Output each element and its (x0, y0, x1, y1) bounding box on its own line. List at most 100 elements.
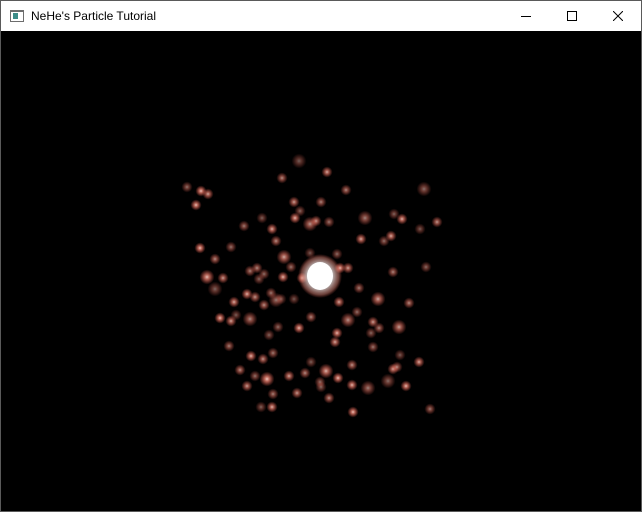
particle (302, 216, 318, 232)
particle (270, 235, 282, 247)
particle (340, 312, 356, 328)
particle (396, 213, 408, 225)
particle (291, 387, 303, 399)
particle (365, 327, 377, 339)
particle (340, 184, 352, 196)
particle (228, 296, 240, 308)
particle (391, 319, 407, 335)
app-window: NeHe's Particle Tutorial (0, 0, 642, 512)
particle (288, 196, 300, 208)
particle (367, 341, 379, 353)
particle (245, 350, 257, 362)
particle (353, 282, 365, 294)
particle (413, 356, 425, 368)
particle (420, 261, 432, 273)
particle (355, 233, 367, 245)
particle (230, 309, 242, 321)
particle (202, 188, 214, 200)
particle (329, 336, 341, 348)
particle (394, 349, 406, 361)
particle (266, 223, 278, 235)
particle (424, 403, 436, 415)
particle (332, 372, 344, 384)
particle (347, 406, 359, 418)
particle (257, 353, 269, 365)
particle (244, 265, 256, 277)
particle (321, 166, 333, 178)
particle-scene (181, 153, 443, 418)
particle (400, 380, 412, 392)
particle (267, 347, 279, 359)
particle (242, 311, 258, 327)
particle (414, 223, 426, 235)
particle (331, 248, 343, 260)
particle (288, 293, 300, 305)
particle (387, 266, 399, 278)
particle (267, 388, 279, 400)
particle (380, 373, 396, 389)
particle (378, 235, 390, 247)
minimize-icon (521, 16, 531, 17)
particle (318, 363, 334, 379)
particle (190, 199, 202, 211)
particle (238, 220, 250, 232)
particle (342, 262, 354, 274)
window-title: NeHe's Particle Tutorial (31, 9, 157, 23)
particle (249, 370, 261, 382)
particle (360, 380, 376, 396)
particle (259, 371, 275, 387)
minimize-button[interactable] (503, 1, 549, 31)
particle (291, 153, 307, 169)
maximize-icon (567, 11, 577, 21)
particle (323, 392, 335, 404)
particle (403, 297, 415, 309)
emitter-core (307, 262, 333, 290)
particle (346, 359, 358, 371)
particle (357, 210, 373, 226)
particle (266, 401, 278, 413)
particle (416, 181, 432, 197)
particle (283, 370, 295, 382)
particle (214, 312, 226, 324)
particle (217, 272, 229, 284)
window-controls (503, 1, 641, 31)
particle (256, 212, 268, 224)
particle (268, 292, 284, 308)
particle (277, 271, 289, 283)
particle (194, 242, 206, 254)
particle (258, 299, 270, 311)
title-bar[interactable]: NeHe's Particle Tutorial (1, 1, 641, 31)
particle (276, 172, 288, 184)
particle (225, 241, 237, 253)
particle (255, 401, 267, 413)
particle (253, 273, 265, 285)
particle (346, 379, 358, 391)
particle (181, 181, 193, 193)
particle (289, 212, 301, 224)
particle (299, 367, 311, 379)
particle (223, 340, 235, 352)
particle (272, 321, 284, 333)
maximize-button[interactable] (549, 1, 595, 31)
particle (391, 361, 403, 373)
particle (241, 380, 253, 392)
particle (234, 364, 246, 376)
particle (333, 296, 345, 308)
particle (285, 261, 297, 273)
particle (305, 356, 317, 368)
particle (431, 216, 443, 228)
particle (315, 196, 327, 208)
particle (209, 253, 221, 265)
particle (370, 291, 386, 307)
gl-viewport[interactable] (1, 31, 641, 511)
particle (323, 216, 335, 228)
particle (305, 311, 317, 323)
particle (293, 322, 305, 334)
application-window-icon[interactable] (10, 10, 24, 22)
particle (249, 291, 261, 303)
close-icon (613, 11, 623, 21)
particle (207, 281, 223, 297)
particle (315, 381, 327, 393)
close-button[interactable] (595, 1, 641, 31)
particle (263, 329, 275, 341)
